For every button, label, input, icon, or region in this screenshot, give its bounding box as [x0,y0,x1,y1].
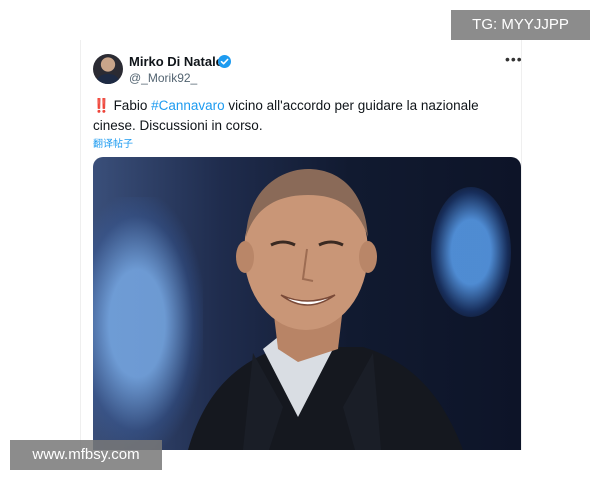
double-exclamation-icon: ‼️ [93,98,110,113]
watermark-website: www.mfbsy.com [10,440,162,470]
tweet-photo[interactable] [93,157,521,450]
more-options-icon[interactable]: ••• [505,52,522,66]
translate-post-link[interactable]: 翻译帖子 [93,135,133,150]
page: Mirko Di Natale @_Morik92_ ••• ‼️ Fabio … [0,0,600,480]
avatar[interactable] [93,54,123,84]
author-handle[interactable]: @_Morik92_ [129,71,197,85]
hashtag-link[interactable]: #Cannavaro [151,98,225,113]
author-display-name[interactable]: Mirko Di Natale [129,54,223,69]
verified-badge-icon [218,55,231,68]
tweet-text: ‼️ Fabio #Cannavaro vicino all'accordo p… [93,96,513,136]
tweet-card[interactable]: Mirko Di Natale @_Morik92_ ••• ‼️ Fabio … [80,40,522,450]
person-portrait [188,169,463,450]
watermark-telegram: TG: MYYJJPP [451,10,590,40]
tweet-text-prefix: Fabio [109,98,152,113]
